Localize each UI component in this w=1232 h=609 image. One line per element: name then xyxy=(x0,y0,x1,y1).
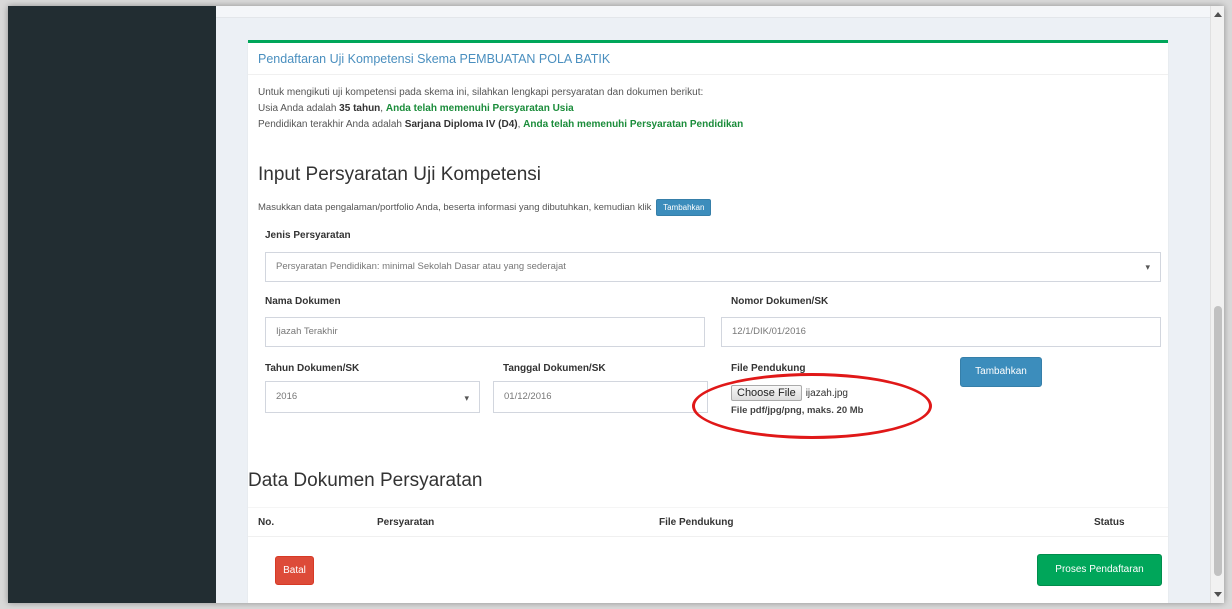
scroll-thumb[interactable] xyxy=(1214,306,1222,576)
table-header: No. Persyaratan File Pendukung Status xyxy=(248,507,1168,537)
divider xyxy=(248,74,1168,75)
col-persyaratan: Persyaratan xyxy=(377,517,435,528)
nama-input[interactable]: Ijazah Terakhir xyxy=(265,317,705,347)
inline-add-button[interactable]: Tambahkan xyxy=(656,199,712,216)
sidebar xyxy=(8,6,216,603)
submit-registration-button[interactable]: Proses Pendaftaran xyxy=(1037,554,1162,586)
annotation-ellipse xyxy=(692,373,932,439)
chevron-down-icon: ▾ xyxy=(464,393,469,403)
info-intro: Untuk mengikuti uji kompetensi pada skem… xyxy=(258,87,704,98)
arrow-up-icon[interactable] xyxy=(1214,12,1222,17)
info-age: Usia Anda adalah 35 tahun, Anda telah me… xyxy=(258,103,574,114)
registration-box: Pendaftaran Uji Kompetensi Skema PEMBUAT… xyxy=(248,40,1168,603)
col-status: Status xyxy=(1094,517,1125,528)
edu-status: Anda telah memenuhi Persyaratan Pendidik… xyxy=(523,119,744,130)
browser-viewport: Pendaftaran Uji Kompetensi Skema PEMBUAT… xyxy=(8,6,1224,603)
col-no: No. xyxy=(258,517,275,528)
top-strip xyxy=(216,6,1210,18)
age-status: Anda telah memenuhi Persyaratan Usia xyxy=(385,103,574,114)
cancel-button[interactable]: Batal xyxy=(275,556,314,585)
jenis-select[interactable]: Persyaratan Pendidikan: minimal Sekolah … xyxy=(265,252,1161,282)
nomor-input[interactable]: 12/1/DIK/01/2016 xyxy=(721,317,1161,347)
age-prefix: Usia Anda adalah xyxy=(258,103,340,114)
box-title: Pendaftaran Uji Kompetensi Skema PEMBUAT… xyxy=(258,52,611,66)
nama-label: Nama Dokumen xyxy=(265,296,341,307)
tahun-label: Tahun Dokumen/SK xyxy=(265,363,360,374)
arrow-down-icon[interactable] xyxy=(1214,592,1222,597)
nama-placeholder: Ijazah Terakhir xyxy=(276,326,338,337)
tanggal-input[interactable]: 01/12/2016 xyxy=(493,381,708,413)
chevron-down-icon: ▾ xyxy=(1145,262,1150,272)
tanggal-value: 01/12/2016 xyxy=(504,391,552,402)
edu-prefix: Pendidikan terakhir Anda adalah xyxy=(258,119,405,130)
jenis-label: Jenis Persyaratan xyxy=(265,230,351,241)
input-section-heading: Input Persyaratan Uji Kompetensi xyxy=(258,164,542,185)
edu-value: Sarjana Diploma IV (D4) xyxy=(404,119,518,130)
data-section-heading: Data Dokumen Persyaratan xyxy=(248,470,483,491)
jenis-value: Persyaratan Pendidikan: minimal Sekolah … xyxy=(276,261,566,272)
age-value: 35 tahun xyxy=(339,103,381,114)
instruction-text: Masukkan data pengalaman/portfolio Anda,… xyxy=(258,202,652,214)
tahun-value: 2016 xyxy=(276,391,298,402)
tanggal-label: Tanggal Dokumen/SK xyxy=(503,363,606,374)
input-instruction: Masukkan data pengalaman/portfolio Anda,… xyxy=(258,199,712,216)
tahun-select[interactable]: 2016 ▾ xyxy=(265,381,480,413)
scrollbar[interactable] xyxy=(1210,6,1224,603)
nomor-label: Nomor Dokumen/SK xyxy=(731,296,829,307)
add-document-button[interactable]: Tambahkan xyxy=(960,357,1042,387)
nomor-value: 12/1/DIK/01/2016 xyxy=(732,326,806,337)
info-education: Pendidikan terakhir Anda adalah Sarjana … xyxy=(258,119,743,130)
col-file-pendukung: File Pendukung xyxy=(659,517,734,528)
